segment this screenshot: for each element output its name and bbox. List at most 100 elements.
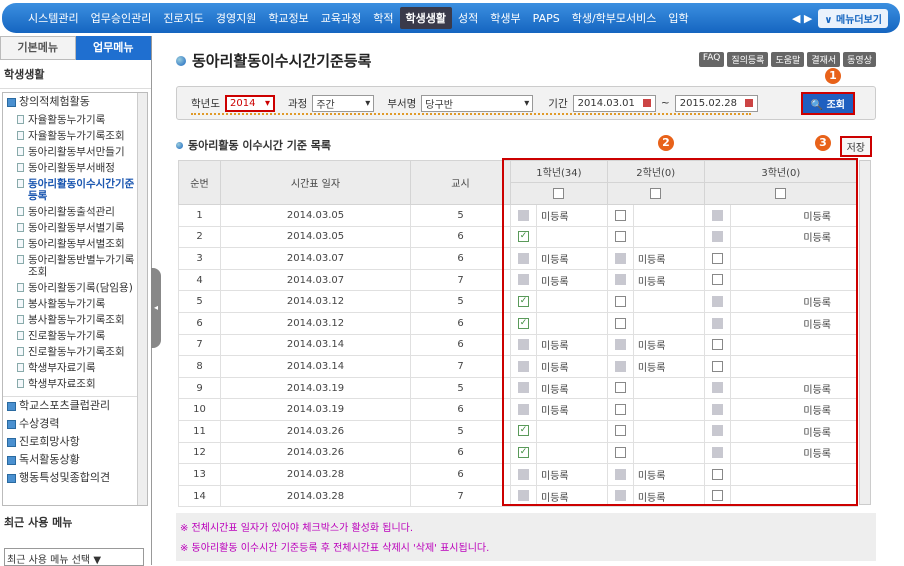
sidebar-menu-item[interactable]: 자율활동누가기록 bbox=[3, 113, 147, 127]
nav-item[interactable]: 업무승인관리 bbox=[85, 7, 158, 29]
menu-group-label: 수상경력 bbox=[19, 417, 60, 430]
cell: 2014.03.28 bbox=[220, 463, 411, 486]
sidebar-menu-item[interactable]: 동아리활동기록(담임용) bbox=[3, 281, 147, 295]
tab-basic-menu[interactable]: 기본메뉴 bbox=[0, 36, 76, 60]
table-scrollbar[interactable] bbox=[859, 160, 871, 505]
sidebar-menu-item[interactable]: 동아리활동부서별기록 bbox=[3, 221, 147, 235]
grade-1-checkbox[interactable]: ✓ bbox=[518, 295, 529, 307]
grade-1-checkbox bbox=[518, 252, 529, 264]
page-title-text: 동아리활동이수시간기준등록 bbox=[192, 52, 372, 70]
date-to-input[interactable]: 2015.02.28 bbox=[674, 94, 758, 112]
inquiry-button[interactable]: 질의등록 bbox=[727, 52, 769, 67]
sidebar-menu-item[interactable]: 진로활동누가기록 bbox=[3, 329, 147, 343]
grade-2-checkbox[interactable] bbox=[614, 295, 626, 307]
recent-menu-select[interactable]: 최근 사용 메뉴 선택 ▼ bbox=[4, 548, 144, 566]
menu-group[interactable]: 수상경력 bbox=[3, 415, 147, 433]
nav-scroll-arrows[interactable]: ◀ ▶ bbox=[792, 12, 812, 25]
grade-3-checkbox[interactable] bbox=[711, 252, 723, 264]
highlight-underline bbox=[191, 113, 751, 115]
course-select[interactable]: 주간 ▾ bbox=[312, 94, 375, 112]
calendar-icon[interactable] bbox=[642, 99, 651, 107]
cell: 7 bbox=[410, 484, 511, 508]
dept-select[interactable]: 당구반 ▾ bbox=[421, 94, 534, 112]
menu-item-label: 동아리활동출석관리 bbox=[28, 206, 115, 218]
grade-2-checkbox[interactable] bbox=[614, 447, 626, 459]
sidebar-menu-item[interactable]: 동아리활동부서별조회 bbox=[3, 237, 147, 251]
grade-3-checkbox bbox=[711, 425, 723, 437]
select-all-grade-3-checkbox[interactable] bbox=[775, 187, 787, 199]
sidebar-collapse-handle[interactable]: ◂ bbox=[151, 268, 161, 348]
sidebar-menu-item[interactable]: 학생부자료기록 bbox=[3, 361, 147, 375]
sidebar-menu-item[interactable]: 봉사활동누가기록 bbox=[3, 297, 147, 311]
faq-button[interactable]: FAQ bbox=[698, 52, 725, 67]
nav-item[interactable]: 경영지원 bbox=[210, 7, 262, 29]
help-button[interactable]: 도움말 bbox=[771, 52, 805, 67]
nav-item[interactable]: 학적 bbox=[367, 7, 399, 29]
nav-item[interactable]: 성적 bbox=[452, 7, 484, 29]
grade-2-checkbox[interactable] bbox=[614, 403, 626, 415]
calendar-icon[interactable] bbox=[744, 99, 753, 107]
menu-group-creative-activities[interactable]: 창의적체험활동 bbox=[3, 93, 147, 111]
tab-work-menu[interactable]: 업무메뉴 bbox=[75, 36, 151, 60]
sidebar-menu-item[interactable]: 진로활동누가기록조회 bbox=[3, 345, 147, 359]
sidebar-menu-item[interactable]: 동아리활동부서만들기 bbox=[3, 145, 147, 159]
sidebar-menu-item[interactable]: 학생부자료조회 bbox=[3, 377, 147, 391]
nav-item[interactable]: 학생생활 bbox=[399, 7, 453, 29]
nav-item[interactable]: 학교정보 bbox=[262, 7, 314, 29]
menu-item-label: 동아리활동반별누가기록조회 bbox=[28, 254, 135, 278]
grade-3-checkbox bbox=[711, 317, 723, 329]
nav-item[interactable]: 학생/학부모서비스 bbox=[566, 7, 663, 29]
menu-group[interactable]: 독서활동상황 bbox=[3, 451, 147, 469]
grade-3-checkbox[interactable] bbox=[711, 274, 723, 286]
menu-group[interactable]: 행동특성및종합의견 bbox=[3, 469, 147, 487]
nav-item[interactable]: PAPS bbox=[527, 9, 566, 28]
grade-2-checkbox[interactable] bbox=[614, 425, 626, 437]
unregistered-status: 미등록 bbox=[803, 233, 831, 245]
sidebar-menu-item[interactable]: 동아리활동반별누가기록조회 bbox=[3, 253, 147, 279]
document-icon bbox=[17, 179, 24, 188]
nav-item[interactable]: 입학 bbox=[662, 7, 694, 29]
menu-item-label: 동아리활동부서별기록 bbox=[28, 222, 125, 234]
grade-2-checkbox[interactable] bbox=[614, 317, 626, 329]
sidebar-menu-item[interactable]: 동아리활동부서배정 bbox=[3, 161, 147, 175]
sidebar-menu-item[interactable]: 동아리활동이수시간기준등록 bbox=[3, 177, 147, 203]
grade-3-checkbox bbox=[711, 403, 723, 415]
sidebar-menu-item[interactable]: 자율활동누가기록조회 bbox=[3, 129, 147, 143]
video-button[interactable]: 동영상 bbox=[843, 52, 876, 67]
select-all-grade-1-checkbox[interactable] bbox=[553, 187, 565, 199]
grade-3-checkbox[interactable] bbox=[711, 468, 723, 480]
menu-group[interactable]: 진로희망사항 bbox=[3, 433, 147, 451]
grade-1-checkbox[interactable]: ✓ bbox=[518, 317, 529, 329]
nav-item[interactable]: 학생부 bbox=[484, 7, 526, 29]
document-icon bbox=[17, 207, 24, 216]
menu-item-label: 동아리활동부서만들기 bbox=[28, 146, 125, 158]
grade-3-checkbox[interactable] bbox=[711, 360, 723, 372]
collapse-icon bbox=[7, 97, 16, 107]
approval-doc-button[interactable]: 결재서 bbox=[807, 52, 841, 67]
expand-icon bbox=[7, 473, 16, 483]
year-select[interactable]: 2014 ▾ bbox=[224, 94, 275, 112]
nav-item[interactable]: 진로지도 bbox=[157, 7, 209, 29]
tree-scrollbar[interactable] bbox=[137, 93, 147, 505]
grade-2-checkbox[interactable] bbox=[614, 209, 626, 221]
grade-3-checkbox[interactable] bbox=[711, 490, 723, 502]
grade-2-checkbox[interactable] bbox=[614, 231, 626, 243]
nav-item[interactable]: 시스템관리 bbox=[22, 7, 85, 29]
sidebar-menu-item[interactable]: 동아리활동출석관리 bbox=[3, 205, 147, 219]
year-value: 2014 bbox=[229, 97, 256, 109]
nav-item[interactable]: 교육과정 bbox=[315, 7, 367, 29]
menu-view-button[interactable]: ∨ 메뉴더보기 bbox=[818, 8, 888, 28]
grade-3-checkbox[interactable] bbox=[711, 339, 723, 351]
sidebar-menu-item[interactable]: 봉사활동누가기록조회 bbox=[3, 313, 147, 327]
grade-1-checkbox[interactable]: ✓ bbox=[518, 447, 529, 459]
menu-group[interactable]: 학교스포츠클럽관리 bbox=[3, 397, 147, 415]
grade-1-checkbox[interactable]: ✓ bbox=[518, 425, 529, 437]
unregistered-status: 미등록 bbox=[541, 254, 569, 266]
select-all-grade-2-checkbox[interactable] bbox=[650, 187, 662, 199]
unregistered-status: 미등록 bbox=[541, 470, 569, 482]
grade-1-checkbox[interactable]: ✓ bbox=[518, 231, 529, 243]
search-button[interactable]: 🔍 조회 bbox=[800, 92, 856, 115]
save-button[interactable]: 저장 bbox=[839, 136, 872, 157]
date-from-input[interactable]: 2014.03.01 bbox=[572, 94, 656, 112]
grade-2-checkbox[interactable] bbox=[614, 382, 626, 394]
